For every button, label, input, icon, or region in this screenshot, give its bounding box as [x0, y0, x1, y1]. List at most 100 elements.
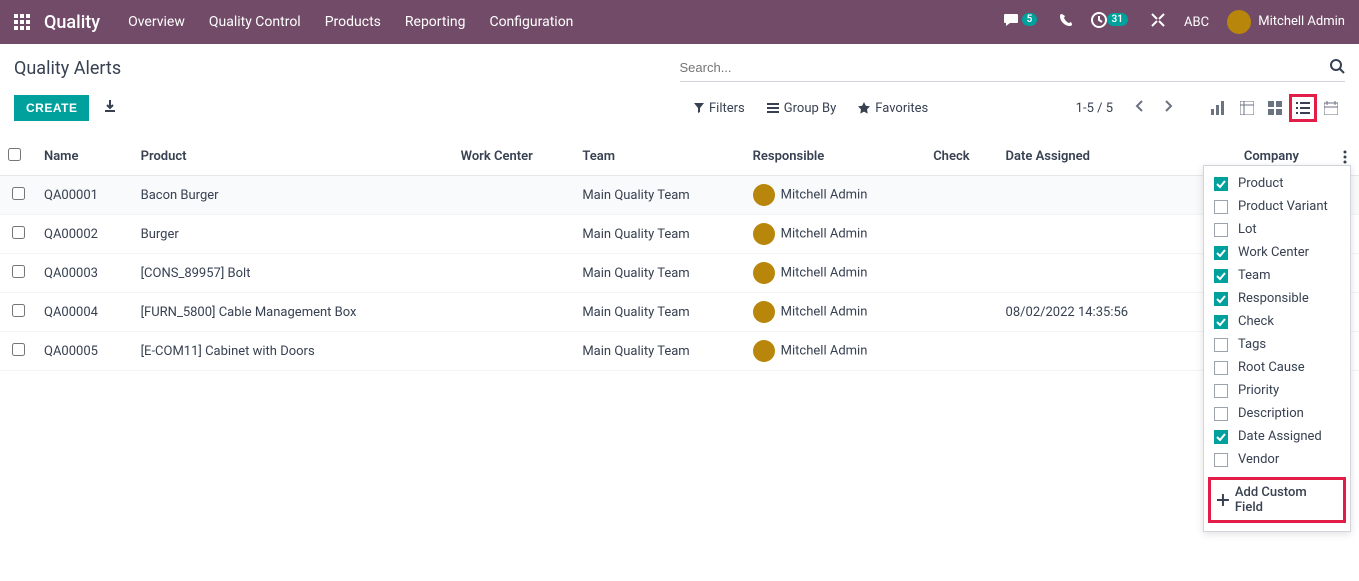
view-calendar-icon[interactable]: [1317, 94, 1345, 122]
dropdown-item[interactable]: Vendor: [1204, 448, 1350, 471]
checkbox-icon: [1214, 269, 1228, 283]
avatar-icon: [1227, 10, 1251, 34]
cell-name: QA00004: [36, 293, 133, 332]
col-product[interactable]: Product: [133, 138, 453, 176]
row-checkbox[interactable]: [12, 343, 25, 356]
checkbox-icon: [1214, 361, 1228, 375]
checkbox-icon: [1214, 453, 1228, 467]
col-date-assigned[interactable]: Date Assigned: [998, 138, 1189, 176]
phone-icon[interactable]: [1059, 13, 1073, 31]
groupby-button[interactable]: Group By: [767, 101, 837, 116]
dropdown-item[interactable]: Root Cause: [1204, 356, 1350, 379]
page-title: Quality Alerts: [14, 58, 680, 79]
plus-icon: [1217, 494, 1229, 506]
col-team[interactable]: Team: [574, 138, 744, 176]
col-responsible[interactable]: Responsible: [745, 138, 926, 176]
dropdown-item[interactable]: Lot: [1204, 218, 1350, 241]
row-checkbox[interactable]: [12, 304, 25, 317]
search-icon[interactable]: [1329, 58, 1345, 78]
messages-icon[interactable]: 5: [1004, 12, 1041, 32]
pager-next[interactable]: [1157, 96, 1179, 120]
avatar-icon: [753, 340, 775, 362]
search-wrap: [680, 54, 1346, 82]
nav-overview[interactable]: Overview: [128, 14, 185, 30]
cell-check: [925, 215, 997, 254]
cell-check: [925, 254, 997, 293]
nav-quality-control[interactable]: Quality Control: [209, 14, 301, 30]
cell-work-center: [453, 176, 575, 215]
company-label[interactable]: ABC: [1184, 15, 1209, 30]
cell-date-assigned: [998, 215, 1189, 254]
nav-products[interactable]: Products: [325, 14, 381, 30]
row-checkbox[interactable]: [12, 226, 25, 239]
cell-responsible: Mitchell Admin: [745, 254, 926, 293]
dropdown-item[interactable]: Priority: [1204, 379, 1350, 402]
table-row[interactable]: QA00003 [CONS_89957] Bolt Main Quality T…: [0, 254, 1359, 293]
messages-badge: 5: [1022, 13, 1038, 26]
cell-work-center: [453, 215, 575, 254]
row-checkbox[interactable]: [12, 187, 25, 200]
tools-icon[interactable]: [1150, 12, 1166, 32]
dropdown-item[interactable]: Date Assigned: [1204, 425, 1350, 448]
dropdown-item[interactable]: Tags: [1204, 333, 1350, 356]
row-checkbox[interactable]: [12, 265, 25, 278]
view-list-icon[interactable]: [1289, 94, 1317, 122]
dropdown-item[interactable]: Work Center: [1204, 241, 1350, 264]
dropdown-item[interactable]: Check: [1204, 310, 1350, 333]
table-row[interactable]: QA00001 Bacon Burger Main Quality Team M…: [0, 176, 1359, 215]
col-work-center[interactable]: Work Center: [453, 138, 575, 176]
cell-date-assigned: [998, 254, 1189, 293]
cell-responsible: Mitchell Admin: [745, 176, 926, 215]
pager-prev[interactable]: [1129, 96, 1151, 120]
pager-text: 1-5 / 5: [1076, 101, 1113, 116]
cell-work-center: [453, 293, 575, 332]
cell-date-assigned: [998, 176, 1189, 215]
cell-date-assigned: 08/02/2022 14:35:56: [998, 293, 1189, 332]
cell-name: QA00005: [36, 332, 133, 371]
cell-team: Main Quality Team: [574, 215, 744, 254]
table-row[interactable]: QA00005 [E-COM11] Cabinet with Doors Mai…: [0, 332, 1359, 371]
add-custom-field-button[interactable]: Add Custom Field: [1208, 477, 1346, 523]
col-check[interactable]: Check: [925, 138, 997, 176]
search-input[interactable]: [680, 56, 1330, 79]
navbar-right: 5 31 ABC Mitchell Admin: [1004, 10, 1345, 34]
dropdown-item[interactable]: Description: [1204, 402, 1350, 425]
columns-dropdown: ProductProduct VariantLotWork CenterTeam…: [1203, 165, 1351, 532]
cell-name: QA00001: [36, 176, 133, 215]
filters-button[interactable]: Filters: [694, 101, 745, 116]
dropdown-item[interactable]: Team: [1204, 264, 1350, 287]
view-pivot-icon[interactable]: [1233, 94, 1261, 122]
cell-name: QA00003: [36, 254, 133, 293]
view-graph-icon[interactable]: [1205, 94, 1233, 122]
dropdown-item-label: Vendor: [1238, 452, 1279, 467]
nav-configuration[interactable]: Configuration: [489, 14, 573, 30]
schedule-badge: 31: [1107, 13, 1128, 26]
cell-product: [FURN_5800] Cable Management Box: [133, 293, 453, 332]
dropdown-item[interactable]: Product: [1204, 172, 1350, 195]
create-button[interactable]: CREATE: [14, 95, 89, 121]
user-menu[interactable]: Mitchell Admin: [1227, 10, 1345, 34]
col-name[interactable]: Name: [36, 138, 133, 176]
avatar-icon: [753, 223, 775, 245]
view-kanban-icon[interactable]: [1261, 94, 1289, 122]
favorites-button[interactable]: Favorites: [858, 101, 928, 116]
dropdown-item-label: Check: [1238, 314, 1274, 329]
nav-links: Overview Quality Control Products Report…: [128, 14, 1004, 30]
brand-label[interactable]: Quality: [44, 12, 100, 33]
nav-reporting[interactable]: Reporting: [405, 14, 466, 30]
download-icon[interactable]: [103, 99, 117, 117]
cell-work-center: [453, 332, 575, 371]
checkbox-icon: [1214, 223, 1228, 237]
avatar-icon: [753, 301, 775, 323]
cell-date-assigned: [998, 332, 1189, 371]
table-row[interactable]: QA00002 Burger Main Quality Team Mitchel…: [0, 215, 1359, 254]
cell-product: Burger: [133, 215, 453, 254]
table-row[interactable]: QA00004 [FURN_5800] Cable Management Box…: [0, 293, 1359, 332]
schedule-icon[interactable]: 31: [1091, 12, 1132, 32]
control-bar: Quality Alerts CREATE Filters Group By F…: [0, 44, 1359, 122]
dropdown-item[interactable]: Product Variant: [1204, 195, 1350, 218]
star-icon: [858, 102, 870, 114]
apps-icon[interactable]: [14, 14, 30, 30]
select-all-checkbox[interactable]: [8, 148, 21, 161]
dropdown-item[interactable]: Responsible: [1204, 287, 1350, 310]
